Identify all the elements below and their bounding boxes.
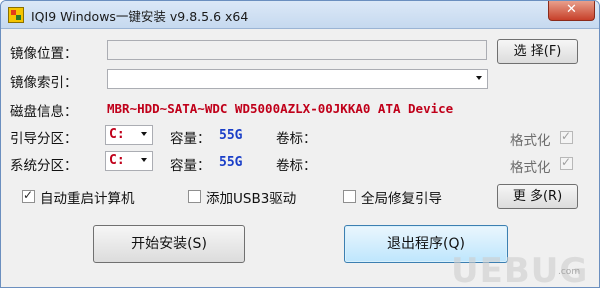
boot-partition-select[interactable]: C: (105, 125, 153, 145)
image-index-label: 镜像索引： (10, 75, 78, 91)
usb3-driver-checkbox[interactable] (188, 190, 201, 203)
window-title: IQI9 Windows一键安装 v9.8.5.6 x64 (31, 9, 249, 24)
iso-path-label: 镜像位置： (10, 46, 78, 62)
repair-boot-checkbox[interactable] (343, 190, 356, 203)
title-bar[interactable]: IQI9 Windows一键安装 v9.8.5.6 x64 ✕ (1, 1, 599, 29)
system-partition-label: 系统分区： (10, 158, 78, 174)
image-index-select[interactable] (107, 69, 488, 89)
system-partition-select[interactable]: C: (105, 151, 153, 171)
app-logo-icon (8, 7, 24, 23)
iso-path-input[interactable] (107, 40, 487, 60)
boot-partition-value: C: (109, 127, 125, 142)
boot-partition-label: 引导分区： (10, 131, 78, 147)
disk-info-label: 磁盘信息： (10, 104, 78, 120)
chevron-down-icon (476, 76, 482, 80)
boot-format-checkbox[interactable] (560, 129, 573, 144)
system-partition-value: C: (109, 153, 125, 168)
disk-info-value: MBR~HDD~SATA~WDC WD5000AZLX-00JKKA0 ATA … (107, 101, 454, 116)
system-capacity-value: 55G (219, 155, 243, 170)
watermark-suffix: .com (558, 267, 581, 277)
auto-restart-label[interactable]: 自动重启计算机 (40, 187, 135, 207)
boot-volume-label: 卷标： (276, 131, 317, 147)
close-button[interactable]: ✕ (548, 1, 595, 21)
start-install-button[interactable]: 开始安装(S) (93, 225, 245, 263)
repair-boot-label[interactable]: 全局修复引导 (361, 187, 442, 207)
browse-button[interactable]: 选 择(F) (497, 39, 578, 64)
system-capacity-label: 容量： (170, 158, 211, 174)
system-format-label: 格式化 (510, 160, 551, 176)
boot-capacity-label: 容量： (170, 131, 211, 147)
chevron-down-icon (141, 132, 147, 136)
boot-format-label: 格式化 (510, 133, 551, 149)
more-button[interactable]: 更 多(R) (497, 184, 578, 209)
auto-restart-checkbox[interactable] (22, 188, 35, 203)
installer-window: IQI9 Windows一键安装 v9.8.5.6 x64 ✕ 镜像位置： 选 … (0, 0, 600, 288)
system-volume-label: 卷标： (276, 158, 317, 174)
boot-capacity-value: 55G (219, 128, 243, 143)
usb3-driver-label[interactable]: 添加USB3驱动 (206, 187, 296, 207)
chevron-down-icon (141, 158, 147, 162)
system-format-checkbox[interactable] (560, 155, 573, 170)
